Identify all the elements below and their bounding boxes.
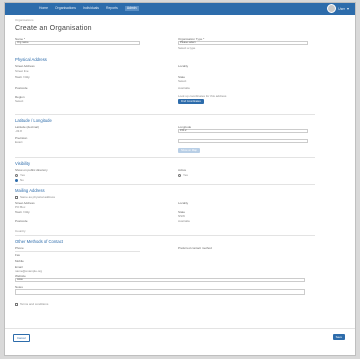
active-yes-label: Yes <box>183 173 188 177</box>
cancel-button[interactable]: Cancel <box>13 334 30 342</box>
postcode-label: Postcode <box>15 86 28 90</box>
precision-input[interactable] <box>178 139 308 143</box>
terms-label: Terms and conditions <box>20 302 49 306</box>
public-yes-radio[interactable] <box>15 173 18 177</box>
fax-label: Fax <box>15 253 21 257</box>
public-yes-option[interactable]: Yes <box>15 173 25 177</box>
visibility-heading: Visibility <box>15 161 31 166</box>
find-coordinates-button[interactable]: Find Coordinates <box>178 99 204 104</box>
latlng-heading: Latitude / Longitude <box>15 118 52 123</box>
same-as-physical-checkbox[interactable] <box>15 195 18 199</box>
mail-postcode-label: Postcode <box>15 219 28 223</box>
contact-section: Phone Preferred contact method Fax Mobil… <box>15 246 315 316</box>
form-footer: Cancel Save <box>5 328 355 355</box>
nav-item-admin[interactable]: Admin <box>124 6 139 11</box>
username[interactable]: User <box>338 7 345 11</box>
latitude-field[interactable]: -33.8 <box>15 129 22 133</box>
contact-heading: Other Methods of Contact <box>15 239 63 244</box>
type-help: Select a type <box>178 46 196 50</box>
name-field[interactable]: Org name <box>15 41 140 45</box>
street-field[interactable]: Street line <box>15 69 29 73</box>
nav-item-individuals[interactable]: Individuals <box>83 6 99 11</box>
page-title: Create an Organisation <box>15 25 92 32</box>
mail-country-label: Country <box>15 229 26 233</box>
same-as-physical-label: Same as physical address <box>20 195 56 199</box>
mailing-address-section: Same as physical address Street Address … <box>15 195 315 235</box>
chevron-down-icon[interactable] <box>347 7 349 10</box>
lookup-help: Look up coordinates for this address <box>178 94 227 98</box>
user-menu[interactable]: User <box>327 4 349 13</box>
public-no-option[interactable]: No <box>15 178 24 182</box>
mail-city-label: Town / City <box>15 210 30 214</box>
locality-label: Locality <box>178 64 189 68</box>
public-label: Show on public directory <box>15 168 48 172</box>
mail-street-field[interactable]: PO Box <box>15 205 25 209</box>
breadcrumb[interactable]: Organisations <box>15 18 315 22</box>
phone-field[interactable] <box>15 251 140 252</box>
public-no-radio[interactable] <box>15 178 18 182</box>
divider <box>15 184 315 185</box>
nav-item-organisations[interactable]: Organisations <box>55 6 76 11</box>
basic-section: Name * Org name Organisation Type * Plea… <box>15 37 315 55</box>
divider <box>15 157 315 158</box>
state-select[interactable]: Select <box>178 79 186 83</box>
save-button[interactable]: Save <box>332 334 345 340</box>
form-content: Organisations Create an Organisation Nam… <box>15 16 315 316</box>
public-yes-label: Yes <box>20 173 25 177</box>
top-navigation-bar: Home Organisations Individuals Reports A… <box>5 3 355 15</box>
visibility-section: Show on public directory Yes No Active Y… <box>15 168 315 184</box>
physical-address-heading: Physical Address <box>15 57 47 62</box>
app-window: Home Organisations Individuals Reports A… <box>4 2 356 356</box>
longitude-field[interactable]: 151.2 <box>178 129 308 133</box>
divider <box>15 235 315 236</box>
mailing-address-heading: Mailing Address <box>15 188 45 193</box>
region-select[interactable]: Select <box>15 99 23 103</box>
preferred-label: Preferred contact method <box>178 246 212 250</box>
latlng-section: Latitude (decimal) -33.8 Longitude 151.2… <box>15 125 315 157</box>
mail-locality-label: Locality <box>178 201 189 205</box>
terms-checkbox[interactable] <box>15 302 18 306</box>
phone-label: Phone <box>15 246 24 250</box>
same-as-physical-option[interactable]: Same as physical address <box>15 195 55 199</box>
mobile-label: Mobile <box>15 259 24 263</box>
show-on-map-button[interactable]: Show on Map <box>178 148 200 153</box>
nav-item-reports[interactable]: Reports <box>106 6 118 11</box>
type-select[interactable]: Please select <box>178 41 308 45</box>
mail-state-select[interactable]: NSW <box>178 214 185 218</box>
active-label: Active <box>178 168 187 172</box>
avatar[interactable] <box>327 4 337 13</box>
street-label: Street Address <box>15 64 35 68</box>
terms-option[interactable]: Terms and conditions <box>15 302 48 306</box>
email-field[interactable]: name@example.org <box>15 269 42 273</box>
city-label: Town / City <box>15 75 30 79</box>
nav-item-home[interactable]: Home <box>39 6 48 11</box>
active-yes-radio[interactable] <box>178 173 181 177</box>
website-field[interactable]: www. <box>15 278 305 282</box>
public-no-label: No <box>20 178 24 182</box>
mail-country-select[interactable]: Australia <box>178 219 190 223</box>
precision-select[interactable]: Exact <box>15 140 23 144</box>
active-yes-option[interactable]: Yes <box>178 173 188 177</box>
divider <box>15 114 315 115</box>
country-select[interactable]: Australia <box>178 86 190 90</box>
physical-address-section: Street Address Street line Locality Town… <box>15 64 315 114</box>
notes-field[interactable] <box>15 289 305 295</box>
main-nav: Home Organisations Individuals Reports A… <box>39 6 139 11</box>
